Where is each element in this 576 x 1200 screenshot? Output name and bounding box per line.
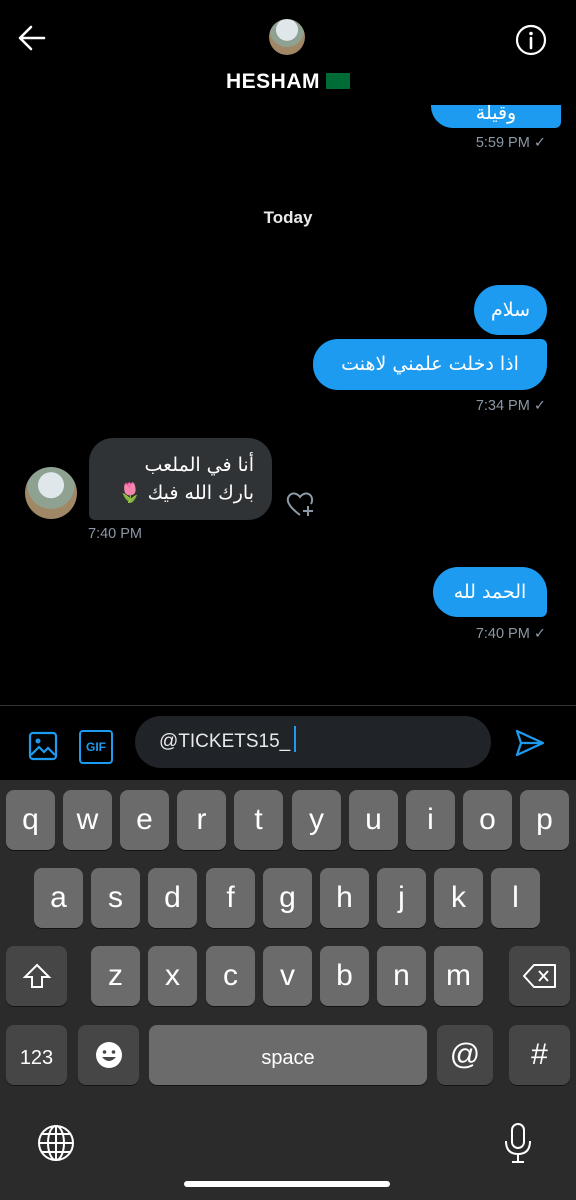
key[interactable]: i [406, 790, 455, 850]
message-text: اذا دخلت علمني لاهنت [341, 353, 519, 375]
message-timestamp: 7:40 PM ✓ [475, 626, 546, 642]
key[interactable]: v [263, 946, 312, 1006]
message-timestamp: 7:34 PM ✓ [475, 398, 546, 414]
key[interactable]: m [434, 946, 483, 1006]
message-timestamp: 5:59 PM ✓ [475, 135, 546, 151]
message-timestamp: 7:40 PM [88, 526, 142, 542]
shift-icon [22, 963, 51, 988]
conversation-header: HESHAM [0, 0, 576, 105]
info-icon[interactable] [513, 22, 549, 58]
arrow-left-icon[interactable] [14, 22, 50, 54]
message-text: بارك الله فيك 🌷 [117, 482, 254, 504]
send-icon[interactable] [514, 727, 546, 759]
microphone-icon[interactable] [500, 1122, 536, 1164]
key[interactable]: c [206, 946, 255, 1006]
date-divider: Today [263, 208, 313, 227]
key[interactable]: w [63, 790, 112, 850]
at-key[interactable]: @ [437, 1025, 493, 1085]
key[interactable]: t [234, 790, 283, 850]
message-text: وقيلة [475, 102, 517, 124]
message-text: سلام [490, 299, 531, 321]
contact-name-text: HESHAM [225, 70, 320, 93]
key[interactable]: n [377, 946, 426, 1006]
saudi-flag-icon [326, 73, 350, 89]
like-heart-icon[interactable] [284, 487, 318, 521]
emoji-icon [95, 1042, 122, 1068]
contact-name[interactable]: HESHAM [0, 70, 576, 94]
shift-key[interactable] [6, 946, 67, 1006]
key[interactable]: f [206, 868, 255, 928]
gif-label: GIF [86, 740, 106, 754]
hash-key[interactable]: # [509, 1025, 570, 1085]
numbers-key[interactable]: 123 [6, 1025, 67, 1085]
image-icon[interactable] [27, 730, 59, 762]
message-bubble[interactable]: اذا دخلت علمني لاهنت [313, 339, 547, 390]
text-caret [294, 726, 297, 752]
key[interactable]: a [34, 868, 83, 928]
key[interactable]: e [120, 790, 169, 850]
key[interactable]: d [148, 868, 197, 928]
key[interactable]: o [463, 790, 512, 850]
backspace-key[interactable] [509, 946, 570, 1006]
avatar[interactable] [269, 19, 305, 55]
key[interactable]: u [349, 790, 398, 850]
key[interactable]: g [263, 868, 312, 928]
space-label: space [261, 1047, 315, 1069]
globe-icon[interactable] [36, 1123, 76, 1163]
key[interactable]: p [520, 790, 569, 850]
key[interactable]: x [148, 946, 197, 1006]
key[interactable]: r [177, 790, 226, 850]
emoji-key[interactable] [78, 1025, 139, 1085]
home-indicator [184, 1181, 390, 1187]
message-text: الحمد لله [453, 581, 527, 603]
message-bubble[interactable]: الحمد لله [433, 567, 547, 617]
key[interactable]: q [6, 790, 55, 850]
message-bubble-received[interactable]: أنا في الملعب بارك الله فيك 🌷 [89, 438, 272, 520]
key[interactable]: k [434, 868, 483, 928]
numbers-label: 123 [19, 1047, 54, 1069]
message-input-value: @TICKETS15_ [159, 731, 291, 752]
sender-avatar[interactable] [25, 467, 77, 519]
key[interactable]: y [292, 790, 341, 850]
key[interactable]: z [91, 946, 140, 1006]
key[interactable]: b [320, 946, 369, 1006]
message-bubble[interactable]: سلام [474, 285, 547, 335]
message-input[interactable]: @TICKETS15_ [135, 716, 491, 768]
space-key[interactable]: space [149, 1025, 427, 1085]
key[interactable]: s [91, 868, 140, 928]
message-text: أنا في الملعب [144, 454, 254, 476]
key[interactable]: j [377, 868, 426, 928]
key[interactable]: l [491, 868, 540, 928]
gif-button[interactable]: GIF [79, 730, 113, 764]
backspace-icon [522, 964, 556, 988]
key[interactable]: h [320, 868, 369, 928]
keyboard: q w e r t y u i o p a s d f g h j k l z … [0, 780, 576, 1200]
